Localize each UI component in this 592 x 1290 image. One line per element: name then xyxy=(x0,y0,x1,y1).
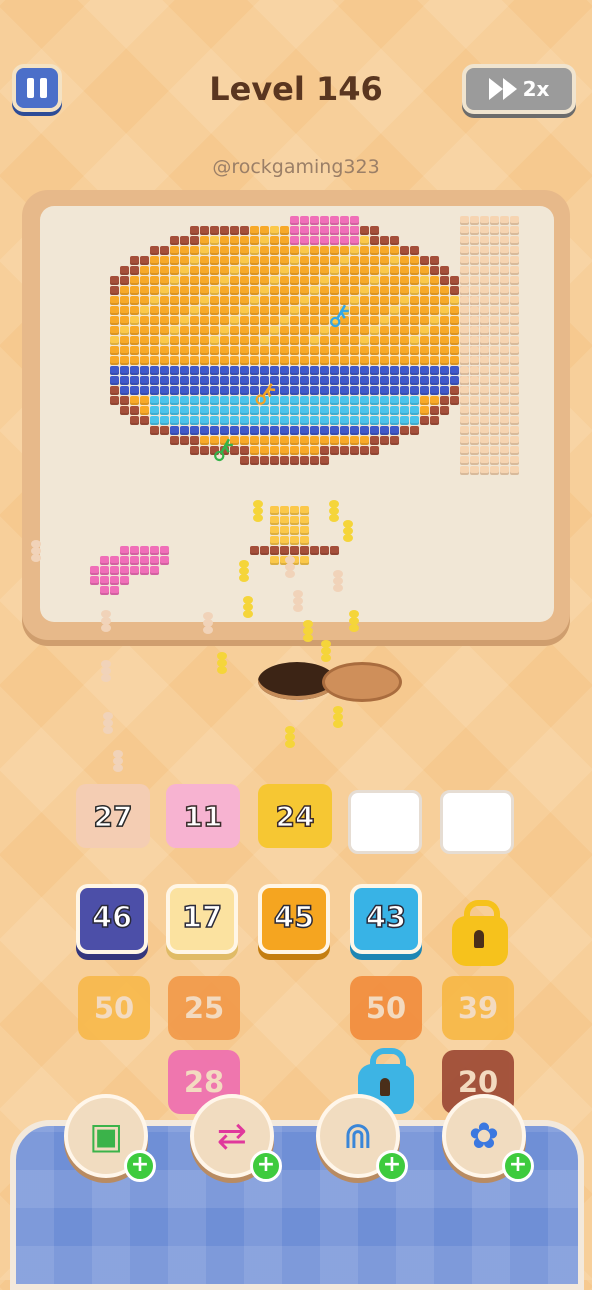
tile-25: 25 xyxy=(168,976,240,1040)
speed-label: 2x xyxy=(522,77,550,101)
ant xyxy=(330,706,346,728)
plus-icon: + xyxy=(376,1150,408,1182)
ant xyxy=(240,596,256,618)
slot-3[interactable]: 24 xyxy=(258,784,332,848)
ant xyxy=(326,500,342,522)
plus-icon: + xyxy=(124,1150,156,1182)
ant xyxy=(318,640,334,662)
tile-17[interactable]: 17 xyxy=(166,884,238,954)
ant xyxy=(340,520,356,542)
ant xyxy=(110,750,126,772)
tile-50-a: 50 xyxy=(78,976,150,1040)
add-tray-icon: ▣ xyxy=(88,1115,123,1157)
tile-39: 39 xyxy=(442,976,514,1040)
speed-button[interactable]: 2x xyxy=(462,64,576,114)
shuffle-icon: ⇄ xyxy=(216,1115,248,1157)
ant xyxy=(214,652,230,674)
yellow-lock-icon xyxy=(452,900,508,966)
tile-50-b: 50 xyxy=(350,976,422,1040)
tile-46[interactable]: 46 xyxy=(76,884,148,954)
slot-4-empty[interactable] xyxy=(348,790,422,854)
ant xyxy=(282,726,298,748)
ant xyxy=(100,712,116,734)
hole-lid xyxy=(322,662,402,702)
ant xyxy=(300,620,316,642)
ant xyxy=(346,610,362,632)
magnet-icon: ⋒ xyxy=(342,1115,374,1157)
ant xyxy=(98,660,114,682)
slot-1[interactable]: 27 xyxy=(76,784,150,848)
ant xyxy=(250,500,266,522)
tile-45[interactable]: 45 xyxy=(258,884,330,954)
fast-forward-icon xyxy=(488,78,517,100)
plus-icon: + xyxy=(502,1150,534,1182)
add-slot-booster[interactable]: ▣ + xyxy=(64,1094,156,1182)
ant xyxy=(290,590,306,612)
plus-icon: + xyxy=(250,1150,282,1182)
ant xyxy=(28,540,44,562)
username-watermark: @rockgaming323 xyxy=(212,156,380,178)
ant xyxy=(98,610,114,632)
ant xyxy=(236,560,252,582)
slot-2[interactable]: 11 xyxy=(166,784,240,848)
ant xyxy=(330,570,346,592)
ant xyxy=(282,556,298,578)
tile-43[interactable]: 43 xyxy=(350,884,422,954)
shuffle-booster[interactable]: ⇄ + xyxy=(190,1094,282,1182)
slot-5-empty[interactable] xyxy=(440,790,514,854)
ant xyxy=(200,612,216,634)
flower-icon: ✿ xyxy=(468,1115,500,1157)
magnet-booster[interactable]: ⋒ + xyxy=(316,1094,408,1182)
freeze-booster[interactable]: ✿ + xyxy=(442,1094,534,1182)
